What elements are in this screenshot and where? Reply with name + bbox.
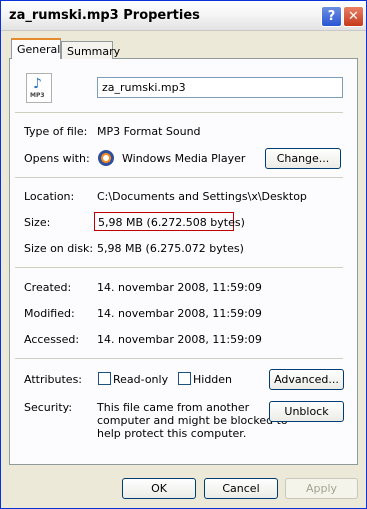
created-value: 14. novembar 2008, 11:59:09 <box>97 281 262 294</box>
tab-general[interactable]: General <box>11 38 61 59</box>
security-text-line2: computer and might be blocked to <box>97 414 288 427</box>
modified-value: 14. novembar 2008, 11:59:09 <box>97 307 262 320</box>
size-label: Size: <box>24 216 51 229</box>
title-bar[interactable]: za_rumski.mp3 Properties ? ✕ <box>1 1 366 31</box>
window-title: za_rumski.mp3 Properties <box>9 8 200 23</box>
accessed-label: Accessed: <box>24 333 80 346</box>
apply-button-label: Apply <box>305 482 338 495</box>
size-on-disk-label: Size on disk: <box>24 242 94 255</box>
advanced-button[interactable]: Advanced... <box>269 369 344 390</box>
readonly-checkbox[interactable] <box>98 372 111 385</box>
divider <box>15 177 343 178</box>
properties-dialog: za_rumski.mp3 Properties ? ✕ Summary Gen… <box>0 0 367 509</box>
ok-button-label: OK <box>151 482 167 495</box>
file-name-field[interactable]: za_rumski.mp3 <box>97 77 343 98</box>
security-text-line1: This file came from another <box>97 401 250 414</box>
type-of-file-label: Type of file: <box>24 125 88 138</box>
tab-summary-label: Summary <box>67 45 121 58</box>
security-text-line3: help protect this computer. <box>97 427 247 440</box>
windows-media-player-icon <box>98 150 114 166</box>
cancel-button-label: Cancel <box>222 482 260 495</box>
opens-with-label: Opens with: <box>24 152 90 165</box>
help-button[interactable]: ? <box>321 6 342 27</box>
apply-button[interactable]: Apply <box>285 478 358 499</box>
change-button-label: Change... <box>276 152 330 165</box>
hidden-checkbox[interactable] <box>178 372 191 385</box>
hidden-label: Hidden <box>193 373 233 386</box>
mp3-file-icon: ♪ MP3 <box>26 73 52 103</box>
advanced-button-label: Advanced... <box>274 373 339 386</box>
divider <box>15 267 343 268</box>
unblock-button-label: Unblock <box>284 405 329 418</box>
attributes-label: Attributes: <box>24 373 83 386</box>
type-of-file-value: MP3 Format Sound <box>97 125 201 138</box>
close-button[interactable]: ✕ <box>343 6 364 27</box>
change-button[interactable]: Change... <box>265 148 341 169</box>
divider <box>15 112 343 113</box>
tab-summary[interactable]: Summary <box>61 41 120 59</box>
created-label: Created: <box>24 281 72 294</box>
location-value: C:\Documents and Settings\x\Desktop <box>97 190 307 203</box>
tab-general-label: General <box>17 43 61 56</box>
security-label: Security: <box>24 401 73 414</box>
ok-button[interactable]: OK <box>122 478 196 499</box>
opens-with-value: Windows Media Player <box>122 152 246 165</box>
cancel-button[interactable]: Cancel <box>204 478 278 499</box>
location-label: Location: <box>24 190 75 203</box>
unblock-button[interactable]: Unblock <box>269 401 344 422</box>
help-icon: ? <box>327 9 336 24</box>
accessed-value: 14. novembar 2008, 11:59:09 <box>97 333 262 346</box>
file-type-caption: MP3 <box>30 92 45 99</box>
close-icon: ✕ <box>348 9 359 24</box>
size-value: 5,98 MB (6.272.508 bytes) <box>98 216 245 229</box>
readonly-label: Read-only <box>113 373 169 386</box>
music-note-icon: ♪ <box>33 76 42 92</box>
modified-label: Modified: <box>24 307 75 320</box>
divider <box>15 358 343 359</box>
size-on-disk-value: 5,98 MB (6.275.072 bytes) <box>97 242 244 255</box>
